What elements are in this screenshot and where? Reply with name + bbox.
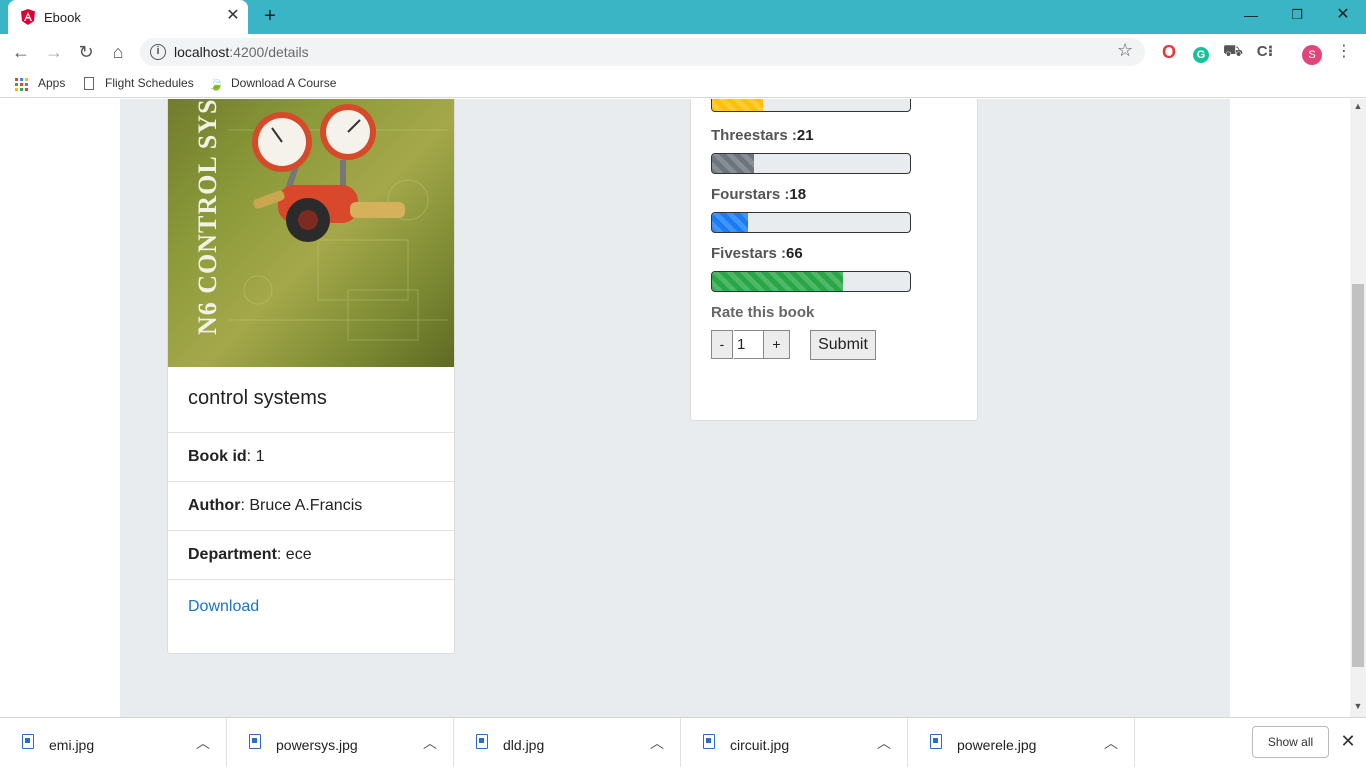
chevron-up-icon[interactable]: ︿ [1104,733,1118,753]
leaf-icon: 🍃 [208,76,225,91]
opera-icon[interactable]: O [1157,40,1181,64]
book-id-row: Book id: 1 [168,432,454,481]
department-label: Department [188,546,277,563]
close-shelf-icon[interactable]: ✕ [1338,731,1358,751]
back-icon[interactable]: ← [9,40,33,64]
download-item[interactable]: circuit.jpg ︿ [681,718,908,767]
chevron-up-icon[interactable]: ︿ [877,733,891,753]
fivestars-label: Fivestars :66 [711,245,803,262]
chevron-up-icon[interactable]: ︿ [196,733,210,753]
book-cover-image: N6 CONTROL SYST [168,99,454,367]
forward-icon[interactable]: → [42,40,66,64]
image-file-icon [249,734,261,749]
scroll-thumb[interactable] [1352,284,1364,667]
download-shelf: emi.jpg ︿ powersys.jpg ︿ dld.jpg ︿ circu… [0,717,1366,768]
rate-this-book-label: Rate this book [711,304,815,321]
bookmarks-bar: Apps Flight Schedules 🍃 Download A Cours… [0,70,1366,98]
rating-bar-fill [712,99,764,111]
image-file-icon [703,734,715,749]
tab-title: Ebook [44,10,81,25]
book-card: N6 CONTROL SYST control systems Book id:… [167,99,455,654]
decrement-button[interactable]: - [711,330,733,359]
submit-rating-button[interactable]: Submit [810,330,876,360]
rating-bar-fourstars [711,212,911,233]
chevron-up-icon[interactable]: ︿ [650,733,664,753]
rating-bar-fill [712,213,748,232]
apps-grid-icon [15,78,28,91]
download-filename: dld.jpg [503,737,545,753]
download-link[interactable]: Download [188,598,259,616]
book-id-value: : 1 [246,448,265,465]
rating-bar-fill [712,272,843,291]
bookmark-apps[interactable]: Apps [38,76,65,90]
profile-avatar[interactable]: S [1300,40,1324,65]
book-id-label: Book id [188,448,247,465]
download-filename: emi.jpg [49,737,95,753]
bookmark-flight-schedules[interactable]: Flight Schedules [105,76,194,90]
download-filename: powersys.jpg [276,737,358,753]
browser-tab[interactable]: Ebook ✕ [8,0,248,34]
bookmark-download-course[interactable]: Download A Course [231,76,336,90]
chevron-up-icon[interactable]: ︿ [423,733,437,753]
home-icon[interactable]: ⌂ [106,40,130,64]
increment-button[interactable]: + [763,330,790,359]
author-label: Author [188,497,241,514]
image-file-icon [22,734,34,749]
download-item[interactable]: dld.jpg ︿ [454,718,681,767]
tab-strip: Ebook ✕ + — ❐ ✕ [0,0,1366,34]
cover-title-text: N6 CONTROL SYST [193,99,222,335]
grammarly-icon[interactable]: G [1189,40,1213,64]
department-row: Department: ece [168,530,454,579]
minimize-icon[interactable]: — [1228,0,1274,30]
page-scrollbar[interactable]: ▲ ▼ [1350,99,1366,717]
download-item[interactable]: emi.jpg ︿ [0,718,227,767]
author-value: : Bruce A.Francis [240,497,363,514]
book-title: control systems [188,387,327,409]
bookmark-star-icon[interactable]: ☆ [1117,40,1133,61]
rating-card: Threestars :21 Fourstars :18 Fivestars :… [690,99,978,421]
page-icon [84,77,94,90]
department-value: : ece [276,546,312,563]
scroll-up-icon[interactable]: ▲ [1350,101,1366,115]
download-filename: circuit.jpg [730,737,790,753]
url-text[interactable]: localhost:4200/details [174,44,309,60]
extension-icon[interactable]: C⁝ [1253,40,1277,64]
menu-icon[interactable]: ⋮ [1332,40,1356,64]
rating-bar-threestars [711,153,911,174]
new-tab-icon[interactable]: + [259,6,281,28]
reload-icon[interactable]: ↻ [74,40,98,64]
rating-bar-fivestars [711,271,911,292]
close-tab-icon[interactable]: ✕ [224,7,242,25]
cart-icon[interactable]: ⛟ [1221,40,1245,64]
threestars-label: Threestars :21 [711,127,814,144]
download-row: Download [168,579,454,653]
author-row: Author: Bruce A.Francis [168,481,454,530]
address-bar[interactable]: i localhost:4200/details ☆ [140,38,1145,66]
download-item[interactable]: powersys.jpg ︿ [227,718,454,767]
rating-input[interactable]: 1 [734,330,764,359]
page-viewport: N6 CONTROL SYST control systems Book id:… [0,99,1350,717]
image-file-icon [476,734,488,749]
info-icon[interactable]: i [150,44,166,60]
close-window-icon[interactable]: ✕ [1320,0,1366,30]
download-filename: powerele.jpg [957,737,1037,753]
restore-icon[interactable]: ❐ [1274,0,1320,30]
download-item[interactable]: powerele.jpg ︿ [908,718,1135,767]
scroll-down-icon[interactable]: ▼ [1350,701,1366,715]
angular-icon [21,9,35,25]
show-all-button[interactable]: Show all [1252,726,1329,758]
fourstars-label: Fourstars :18 [711,186,807,203]
image-file-icon [930,734,942,749]
rating-bar-fill [712,154,754,173]
rating-bar-twostars [711,99,911,112]
